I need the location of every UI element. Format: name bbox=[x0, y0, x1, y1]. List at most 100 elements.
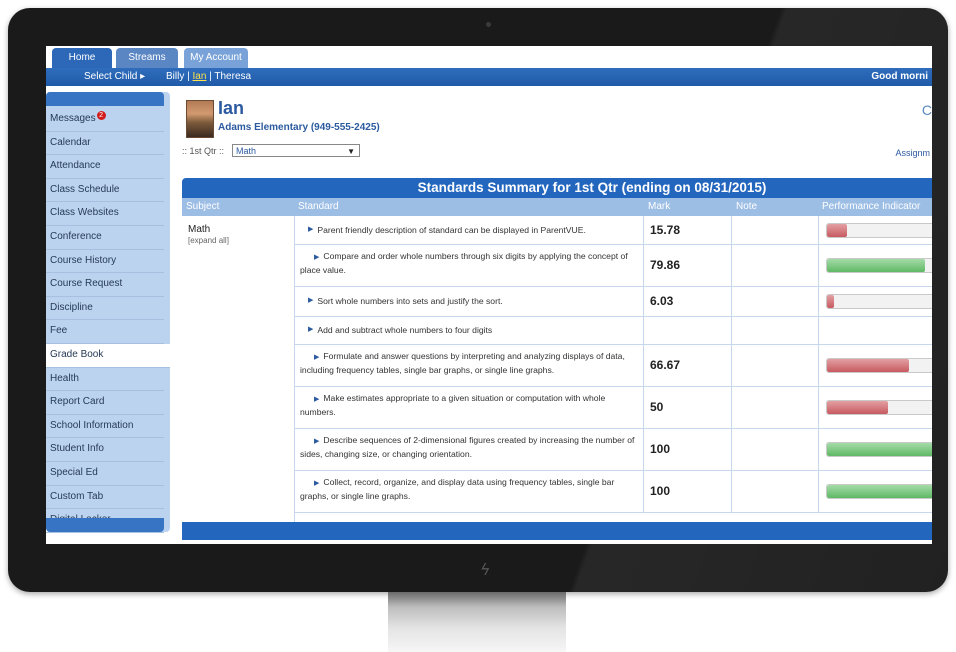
sidebar-item-fee[interactable]: Fee bbox=[46, 320, 164, 344]
bolt-logo-icon: ϟ bbox=[480, 560, 491, 579]
subject-select[interactable]: Math ▼ bbox=[232, 144, 360, 157]
performance-bar bbox=[826, 400, 932, 415]
sidebar-item-label: Grade Book bbox=[50, 348, 104, 360]
table-row: ▶ Compare and order whole numbers through… bbox=[294, 244, 932, 287]
summary-title: Standards Summary for 1st Qtr (ending on… bbox=[182, 178, 932, 198]
expand-arrow-icon[interactable]: ▶ bbox=[314, 396, 319, 403]
child-link-billy[interactable]: Billy bbox=[166, 71, 184, 82]
sidebar-item-custom-tab[interactable]: Custom Tab bbox=[46, 486, 164, 510]
sidebar-item-label: Student Info bbox=[50, 443, 104, 455]
sidebar-item-conference[interactable]: Conference bbox=[46, 226, 164, 250]
student-photo bbox=[186, 100, 214, 138]
standard-cell[interactable]: ▶ Formulate and answer questions by inter… bbox=[294, 344, 644, 386]
performance-bar bbox=[826, 294, 932, 309]
standard-text: Sort whole numbers into sets and justify… bbox=[317, 296, 503, 306]
note-cell bbox=[732, 316, 819, 344]
performance-bar-fill bbox=[827, 359, 909, 372]
standard-text: Make estimates appropriate to a given si… bbox=[300, 393, 606, 417]
top-tabs: Home Streams My Account bbox=[46, 46, 932, 68]
table-row: ▶ Make estimates appropriate to a given s… bbox=[294, 386, 932, 429]
sidebar-item-grade-book[interactable]: Grade Book bbox=[46, 343, 170, 368]
expand-arrow-icon[interactable]: ▶ bbox=[308, 224, 313, 236]
table-row: ▶ Parent friendly description of standard… bbox=[294, 216, 932, 245]
sidebar-item-label: Messages bbox=[50, 113, 96, 124]
sidebar-item-label: Special Ed bbox=[50, 466, 98, 478]
sidebar-item-attendance[interactable]: Attendance bbox=[46, 155, 164, 179]
standard-text: Add and subtract whole numbers to four d… bbox=[317, 325, 493, 335]
sidebar-item-label: Report Card bbox=[50, 396, 105, 408]
sidebar-item-class-websites[interactable]: Class Websites bbox=[46, 202, 164, 226]
sidebar-item-course-request[interactable]: Course Request bbox=[46, 273, 164, 297]
performance-bar bbox=[826, 358, 932, 373]
tab-my-account[interactable]: My Account bbox=[184, 48, 248, 68]
sidebar-bottom-cap bbox=[46, 518, 164, 532]
sidebar-item-class-schedule[interactable]: Class Schedule bbox=[46, 179, 164, 203]
expand-arrow-icon[interactable]: ▶ bbox=[308, 324, 313, 336]
standard-cell[interactable]: ▶ Parent friendly description of standard… bbox=[294, 216, 644, 244]
child-link-theresa[interactable]: Theresa bbox=[214, 71, 251, 82]
standard-cell[interactable]: ▶ Sort whole numbers into sets and justif… bbox=[294, 286, 644, 316]
sidebar-item-special-ed[interactable]: Special Ed bbox=[46, 462, 164, 486]
performance-cell bbox=[818, 244, 932, 286]
mark-cell: 79.86 bbox=[644, 244, 732, 286]
subject-cell: Math [expand all] bbox=[182, 216, 295, 522]
standards-summary-panel: Standards Summary for 1st Qtr (ending on… bbox=[182, 178, 932, 544]
sidebar-nav: Messages 2 Calendar Attendance Class Schedul… bbox=[46, 92, 170, 533]
performance-cell bbox=[818, 470, 932, 512]
performance-bar-fill bbox=[827, 295, 835, 308]
performance-bar bbox=[826, 484, 932, 499]
sidebar-item-school-information[interactable]: School Information bbox=[46, 415, 164, 439]
standard-text: Formulate and answer questions by interp… bbox=[300, 351, 625, 375]
note-cell bbox=[732, 386, 819, 428]
standard-cell[interactable]: ▶ Compare and order whole numbers through… bbox=[294, 244, 644, 286]
summary-footer bbox=[182, 522, 932, 540]
performance-cell bbox=[818, 286, 932, 316]
standard-cell[interactable]: ▶ Make estimates appropriate to a given s… bbox=[294, 386, 644, 428]
tab-streams[interactable]: Streams bbox=[116, 48, 178, 68]
sidebar-item-label: Course Request bbox=[50, 278, 123, 290]
app-screen: Home Streams My Account Select Child ▸ B… bbox=[46, 46, 932, 544]
expand-arrow-icon[interactable]: ▶ bbox=[314, 438, 319, 445]
expand-all-link[interactable]: [expand all] bbox=[188, 236, 229, 245]
sidebar-item-calendar[interactable]: Calendar bbox=[46, 132, 164, 156]
sidebar-item-label: Course History bbox=[50, 254, 117, 266]
sidebar-item-label: Class Schedule bbox=[50, 183, 120, 195]
camera-dot bbox=[486, 22, 491, 27]
expand-arrow-icon[interactable]: ▶ bbox=[308, 295, 313, 307]
tab-home[interactable]: Home bbox=[52, 48, 112, 68]
performance-cell bbox=[818, 316, 932, 344]
sidebar-item-health[interactable]: Health bbox=[46, 368, 164, 392]
mark-cell: 50 bbox=[644, 386, 732, 428]
assignments-link[interactable]: Assignm bbox=[895, 148, 930, 158]
dropdown-arrow-icon: ▼ bbox=[347, 147, 355, 156]
sidebar-item-discipline[interactable]: Discipline bbox=[46, 297, 164, 321]
mark-cell bbox=[644, 316, 732, 344]
expand-arrow-icon[interactable]: ▶ bbox=[314, 480, 319, 487]
note-cell bbox=[732, 428, 819, 470]
sidebar-item-label: Health bbox=[50, 372, 79, 384]
performance-bar bbox=[826, 223, 932, 238]
sidebar-item-report-card[interactable]: Report Card bbox=[46, 391, 164, 415]
mark-cell: 15.78 bbox=[644, 216, 732, 244]
expand-arrow-icon[interactable]: ▶ bbox=[314, 354, 319, 361]
subject-select-value: Math bbox=[236, 146, 257, 156]
child-link-ian[interactable]: Ian bbox=[193, 71, 207, 82]
standard-cell[interactable]: ▶ Collect, record, organize, and display … bbox=[294, 470, 644, 512]
note-cell bbox=[732, 470, 819, 512]
sidebar-item-messages[interactable]: Messages 2 bbox=[46, 108, 164, 132]
standard-cell[interactable]: ▶ Add and subtract whole numbers to four … bbox=[294, 316, 644, 344]
sidebar-item-label: School Information bbox=[50, 419, 134, 431]
performance-cell bbox=[818, 428, 932, 470]
expand-arrow-icon[interactable]: ▶ bbox=[314, 254, 319, 261]
mark-cell: 66.67 bbox=[644, 344, 732, 386]
sidebar-item-course-history[interactable]: Course History bbox=[46, 250, 164, 274]
greeting-text: Good morni bbox=[871, 71, 928, 82]
sidebar-item-student-info[interactable]: Student Info bbox=[46, 438, 164, 462]
note-cell bbox=[732, 216, 819, 244]
performance-bar-fill bbox=[827, 485, 932, 498]
column-header-note: Note bbox=[732, 198, 818, 216]
sidebar-item-label: Custom Tab bbox=[50, 490, 104, 502]
standard-cell[interactable]: ▶ Describe sequences of 2-dimensional fig… bbox=[294, 428, 644, 470]
standard-text: Compare and order whole numbers through … bbox=[300, 251, 628, 275]
column-header-standard: Standard bbox=[294, 198, 644, 216]
